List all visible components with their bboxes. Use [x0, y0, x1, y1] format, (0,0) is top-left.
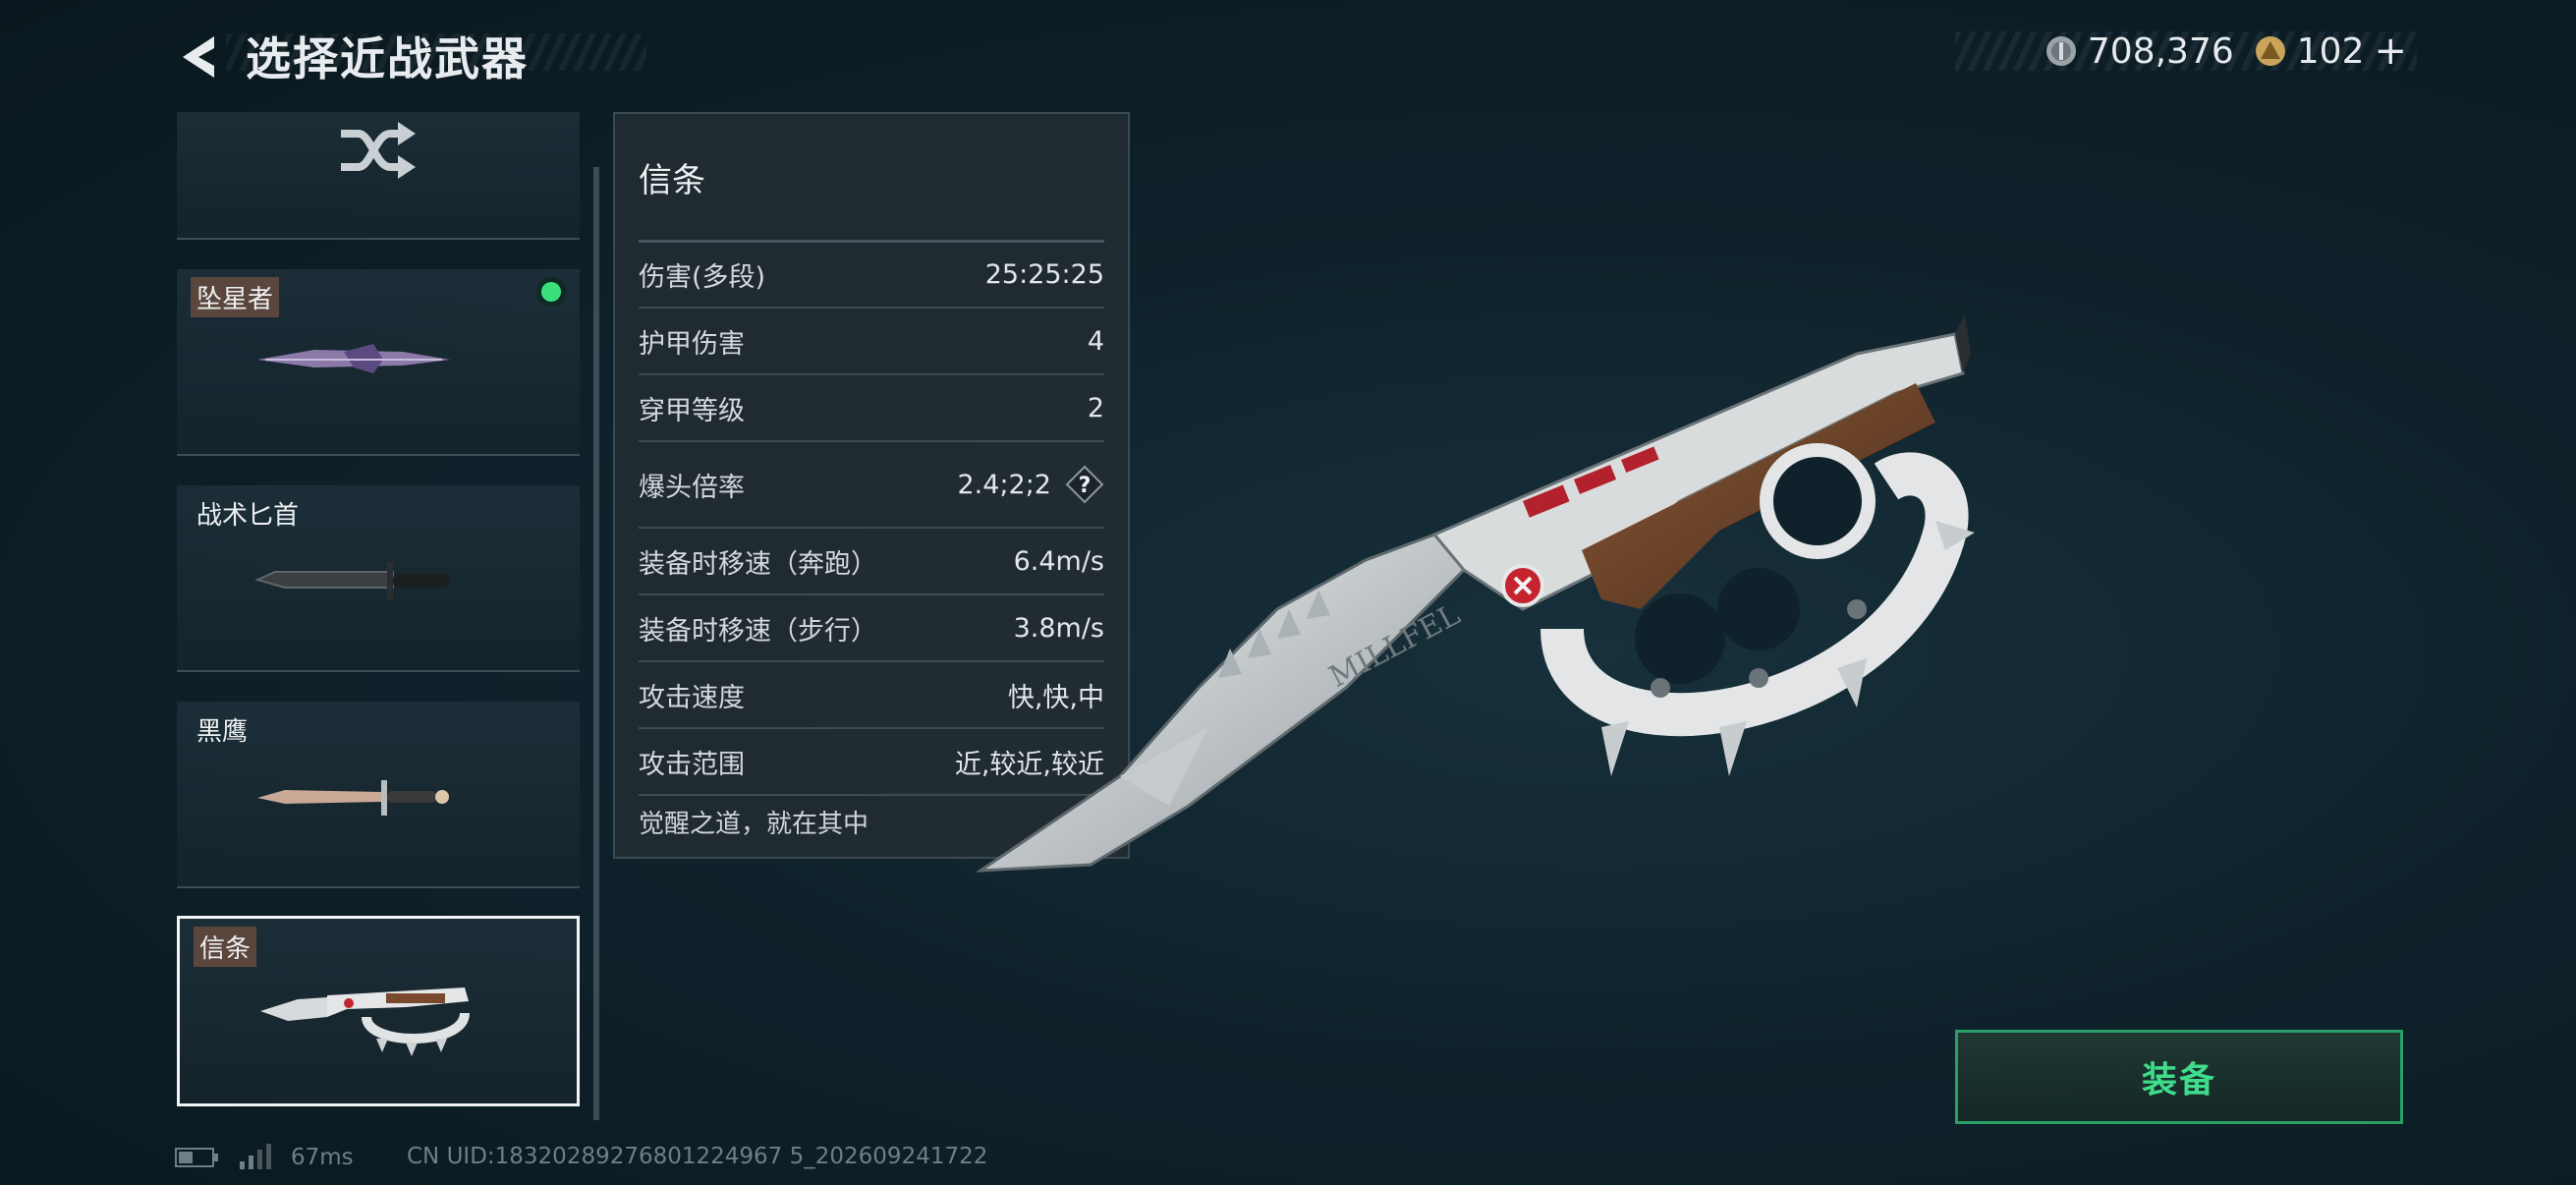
- stat-label: 穿甲等级: [639, 395, 745, 426]
- stats-weapon-name: 信条: [639, 161, 705, 200]
- battery-icon: [175, 1148, 218, 1167]
- status-footer: 67ms: [175, 1144, 354, 1171]
- stat-label: 爆头倍率: [639, 472, 745, 503]
- weapon-slot-2[interactable]: 战术匕首: [177, 485, 580, 672]
- signal-icon: [240, 1144, 271, 1169]
- weapon-list: 坠星者 战术匕首 黑鹰 信条: [177, 112, 582, 1114]
- stat-label: 装备时移速（步行）: [639, 615, 877, 647]
- add-currency-icon[interactable]: +: [2374, 28, 2407, 74]
- silver-coin-icon: [2045, 36, 2076, 66]
- equip-button[interactable]: 装备: [1955, 1030, 2403, 1124]
- weapon-name: 信条: [194, 927, 257, 967]
- silver-amount: 708,376: [2087, 30, 2234, 72]
- stat-label: 攻击速度: [639, 682, 745, 713]
- tactical-knife-icon: [255, 562, 450, 599]
- weapon-preview-image: MILLFEL: [975, 314, 1975, 873]
- uid-text: CN UID:18320289276801224967 5_2026092417…: [407, 1144, 988, 1169]
- stat-label: 伤害(多段): [639, 261, 766, 293]
- stat-label: 装备时移速（奔跑）: [639, 548, 877, 580]
- weapon-slot-1[interactable]: 坠星者: [177, 269, 580, 456]
- back-arrow-icon: [183, 36, 214, 78]
- equip-button-label: 装备: [2141, 1060, 2216, 1100]
- currency-bar: 708,376 102 +: [1955, 28, 2417, 74]
- flavor-text: 觉醒之道，就在其中: [639, 810, 869, 839]
- weapon-name: 坠星者: [191, 277, 280, 317]
- stat-row-damage: 伤害(多段) 25:25:25: [639, 242, 1104, 309]
- weapon-name: 战术匕首: [196, 501, 300, 531]
- equipped-indicator-icon: [536, 277, 566, 307]
- page-title: 选择近战武器: [246, 32, 529, 85]
- gold-amount: 102: [2296, 30, 2365, 72]
- silver-currency: 708,376: [2044, 31, 2234, 72]
- weapon-slot-3[interactable]: 黑鹰: [177, 702, 580, 888]
- stat-label: 护甲伤害: [639, 328, 745, 360]
- weapon-name: 黑鹰: [196, 717, 249, 747]
- blackhawk-knife-icon: [257, 780, 449, 816]
- knuckle-knife-icon: [260, 988, 470, 1056]
- shuffle-icon: [341, 122, 416, 179]
- ping-value: 67ms: [291, 1145, 354, 1170]
- stat-label: 攻击范围: [639, 749, 745, 780]
- back-button[interactable]: [169, 28, 228, 86]
- weapon-slot-4[interactable]: 信条: [177, 916, 580, 1106]
- gold-currency[interactable]: 102 +: [2254, 28, 2407, 74]
- purple-knife-icon: [257, 344, 450, 373]
- random-weapon-button[interactable]: [177, 112, 580, 240]
- list-scrollbar[interactable]: [593, 167, 599, 1120]
- gold-coin-icon: [2255, 36, 2285, 66]
- stat-value: 25:25:25: [984, 258, 1104, 290]
